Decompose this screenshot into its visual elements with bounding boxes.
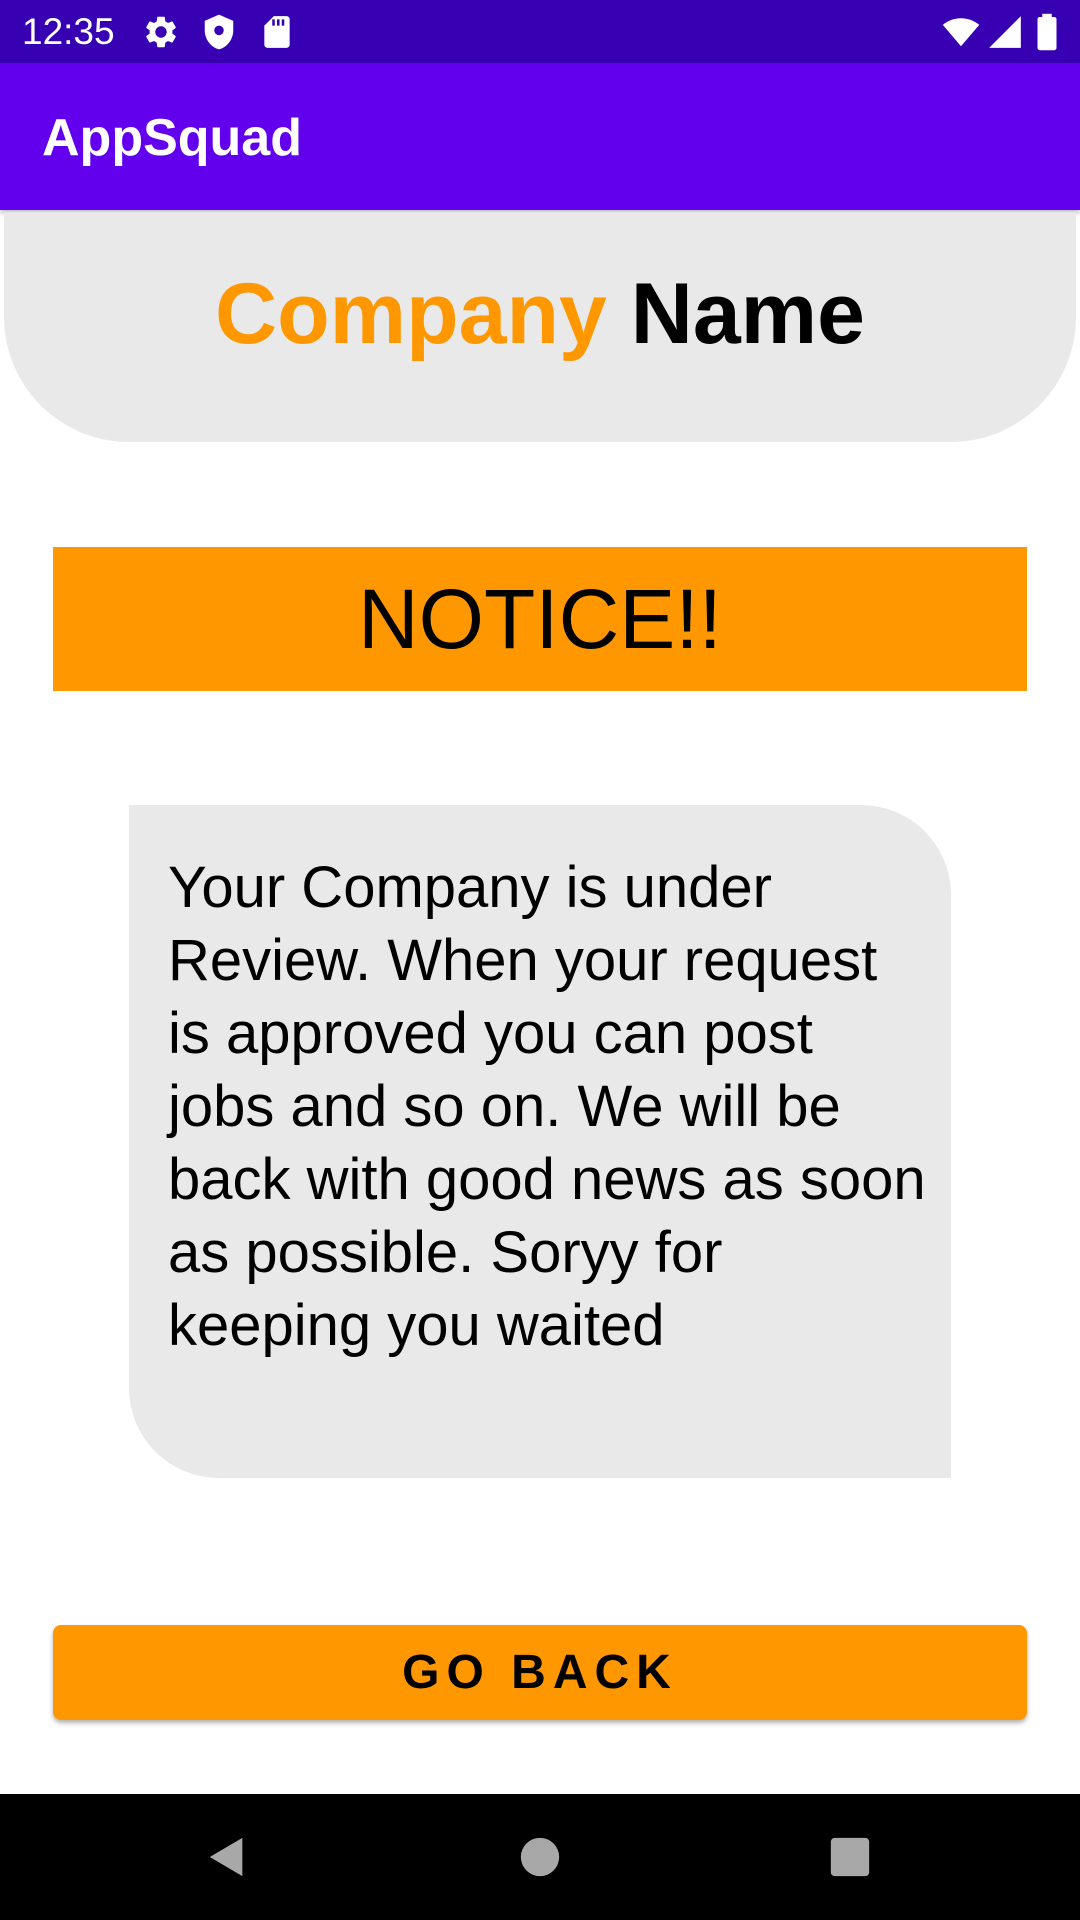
name-word: Name <box>630 266 865 362</box>
wifi-icon <box>942 18 980 47</box>
go-back-button[interactable]: GO BACK <box>53 1625 1027 1720</box>
home-icon[interactable] <box>517 1834 563 1880</box>
notice-banner: NOTICE!! <box>53 547 1027 691</box>
company-header-card: Company Name <box>4 212 1076 442</box>
shield-icon <box>204 14 234 50</box>
company-name-title: Company Name <box>4 264 1076 364</box>
notice-text: NOTICE!! <box>357 572 722 666</box>
review-message-card: Your Company is under Review. When your … <box>129 805 951 1478</box>
status-time: 12:35 <box>22 11 115 52</box>
signal-icon <box>989 16 1021 48</box>
back-icon[interactable] <box>204 1834 250 1880</box>
app-title: AppSquad <box>42 109 302 167</box>
app-bar: AppSquad <box>0 63 1080 210</box>
company-word: Company <box>215 266 607 362</box>
system-nav-bar <box>0 1794 1080 1920</box>
review-message-text: Your Company is under Review. When your … <box>168 855 926 1358</box>
battery-icon <box>1037 13 1057 51</box>
status-bar: 12:35 <box>0 0 1080 63</box>
sd-card-icon <box>264 16 290 48</box>
recents-icon[interactable] <box>827 1834 873 1880</box>
gear-icon <box>146 16 176 48</box>
